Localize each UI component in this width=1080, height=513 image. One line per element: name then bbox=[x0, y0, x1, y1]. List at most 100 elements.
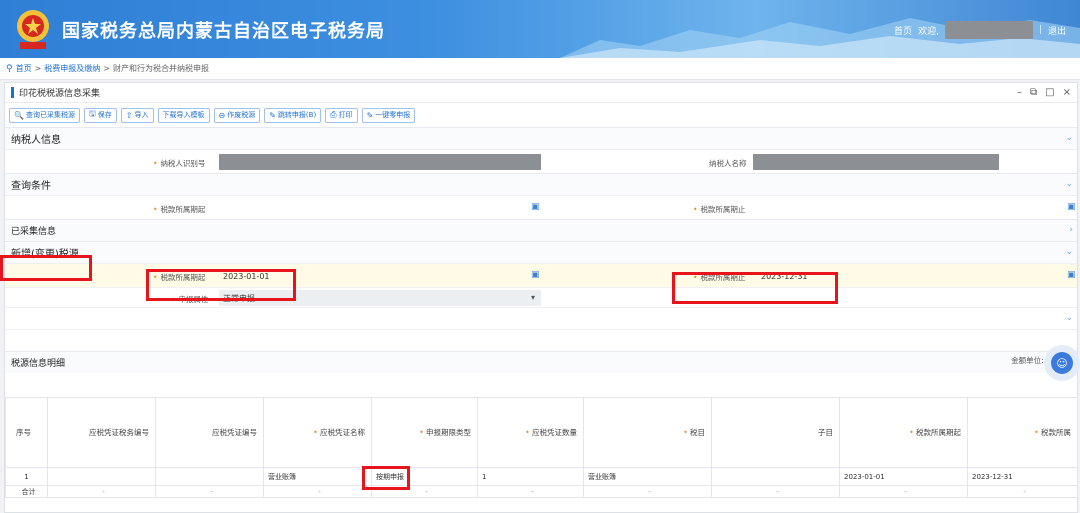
toolbar-button[interactable]: ✎ 跳转申报(B) bbox=[264, 107, 322, 123]
breadcrumb-home[interactable]: 首页 bbox=[16, 63, 32, 74]
title-accent-bar bbox=[11, 87, 14, 98]
toolbar-button[interactable]: ✎ 一键零申报 bbox=[361, 107, 416, 123]
window-controls: – ⧉ □ × bbox=[1017, 87, 1071, 98]
total-cell: - bbox=[155, 485, 264, 498]
toolbar-button-label: 导入 bbox=[134, 111, 149, 119]
toolbar-button[interactable]: 🖫 保存 bbox=[83, 107, 117, 123]
breadcrumb-current: 财产和行为税合并纳税申报 bbox=[113, 64, 209, 73]
query-end-input[interactable] bbox=[757, 200, 1067, 216]
home-link[interactable]: 首页 bbox=[894, 24, 912, 37]
toolbar-button[interactable]: ⊖ 作废税源 bbox=[213, 107, 261, 123]
highlight-box bbox=[0, 255, 92, 281]
section-detail[interactable]: 税源信息明细 bbox=[5, 351, 1077, 373]
section-title: 税源信息明细 bbox=[11, 359, 66, 369]
calendar-icon[interactable]: ▣ bbox=[531, 202, 540, 212]
total-cell: 合计 bbox=[5, 485, 48, 498]
breadcrumb-level1[interactable]: 税费申报及缴纳 bbox=[44, 63, 100, 74]
table-total-row: 合计 - - - - - - - - - bbox=[5, 485, 1078, 498]
query-start-label: • 税款所属期起 bbox=[153, 205, 206, 214]
site-header: 国家税务总局内蒙古自治区电子税务局 首页 欢迎, | 退出 bbox=[0, 0, 1080, 58]
required-marker: • bbox=[313, 428, 320, 437]
taxpayer-name-redacted bbox=[753, 154, 999, 170]
toolbar-button[interactable]: 下载导入模板 bbox=[157, 107, 210, 123]
table-cell[interactable]: 1 bbox=[477, 467, 584, 486]
section-title: 纳税人信息 bbox=[11, 135, 61, 146]
table-cell[interactable] bbox=[711, 467, 840, 486]
taxpayer-id-label: • 纳税人识别号 bbox=[153, 159, 206, 168]
toolbar-button-label: 一键零申报 bbox=[375, 111, 411, 119]
column-header: • 税款所属期起 bbox=[839, 397, 968, 468]
tax-emblem-logo bbox=[17, 10, 49, 49]
table-cell[interactable]: 营业账簿 bbox=[583, 467, 712, 486]
section-collected-info[interactable]: 已采集信息 › bbox=[5, 219, 1077, 241]
section-title: 已采集信息 bbox=[11, 227, 57, 237]
minimize-icon[interactable]: – bbox=[1017, 87, 1022, 98]
section-query-conditions[interactable]: 查询条件 ⌄ bbox=[5, 173, 1077, 195]
column-header: • 税款所属 bbox=[967, 397, 1078, 468]
maximize-icon[interactable]: □ bbox=[1045, 87, 1054, 98]
section-title: 查询条件 bbox=[11, 181, 51, 192]
welcome-text: 欢迎, bbox=[918, 26, 939, 37]
chevron-right-icon[interactable]: › bbox=[1069, 225, 1073, 235]
column-header: 应税凭证编号 bbox=[155, 397, 264, 468]
toolbar-button[interactable]: ⎙ 打印 bbox=[325, 107, 358, 123]
chat-icon: ☺ bbox=[1051, 352, 1073, 374]
required-marker: • bbox=[1034, 428, 1041, 437]
toolbar-button[interactable]: ⇧ 导入 bbox=[120, 107, 154, 123]
search-icon: 🔍 bbox=[14, 110, 24, 120]
location-pin-icon: ⚲ bbox=[6, 63, 13, 74]
table-header-row: 序号 应税凭证税务编号 应税凭证编号 • 应税凭证名称 • 申报期限类型 • 应税凭证数量… bbox=[5, 397, 1078, 468]
chevron-down-icon[interactable]: ⌄ bbox=[1065, 313, 1073, 323]
unit-row bbox=[5, 329, 1077, 351]
toolbar-button-label: 打印 bbox=[338, 111, 353, 119]
total-cell: - bbox=[711, 485, 840, 498]
site-title: 国家税务总局内蒙古自治区电子税务局 bbox=[62, 21, 385, 42]
calendar-icon[interactable]: ▣ bbox=[1067, 202, 1076, 212]
highlight-box bbox=[362, 466, 410, 490]
chevron-down-icon[interactable]: ⌄ bbox=[1065, 247, 1073, 257]
section-taxpayer-info[interactable]: 纳税人信息 ⌄ bbox=[5, 127, 1077, 149]
chat-assistant-button[interactable]: ☺ bbox=[1044, 345, 1080, 381]
username-redacted bbox=[944, 21, 1033, 39]
breadcrumb-sep: > bbox=[103, 64, 110, 73]
required-marker: • bbox=[683, 428, 690, 437]
chevron-down-icon[interactable]: ⌄ bbox=[1065, 133, 1073, 143]
column-header: 应税凭证税务编号 bbox=[47, 397, 156, 468]
query-row: • 税款所属期起 ▣ • 税款所属期止 ▣ bbox=[5, 195, 1077, 219]
panel-title: 印花税税源信息采集 bbox=[19, 89, 101, 99]
dropdown-arrow-icon[interactable]: ▾ bbox=[531, 293, 535, 302]
table-cell[interactable]: 1 bbox=[5, 467, 48, 486]
table-cell[interactable] bbox=[47, 467, 156, 486]
import-icon: ⇧ bbox=[125, 110, 133, 120]
section-new-tax-source[interactable]: 新增(变更)税源 ⌄ bbox=[5, 241, 1077, 263]
column-header: • 税目 bbox=[583, 397, 712, 468]
table-cell[interactable]: 营业账簿 bbox=[263, 467, 372, 486]
restore-icon[interactable]: ⧉ bbox=[1030, 87, 1037, 98]
query-start-input[interactable] bbox=[219, 200, 541, 216]
table-cell[interactable] bbox=[155, 467, 264, 486]
total-cell: - bbox=[263, 485, 372, 498]
table-row[interactable]: 1 营业账簿 按期申报 1 营业账簿 2023-01-01 2023-12-31 bbox=[5, 467, 1078, 486]
table-cell[interactable]: 2023-01-01 bbox=[839, 467, 968, 486]
toolbar-button-label: 下载导入模板 bbox=[162, 111, 205, 119]
close-icon[interactable]: × bbox=[1063, 87, 1071, 98]
required-marker: • bbox=[525, 428, 532, 437]
toolbar-button-label: 跳转申报(B) bbox=[277, 111, 317, 119]
detail-table: 序号 应税凭证税务编号 应税凭证编号 • 应税凭证名称 • 申报期限类型 • 应税凭证数量… bbox=[5, 397, 1078, 498]
void-icon: ⊖ bbox=[218, 110, 226, 120]
column-header: • 申报期限类型 bbox=[371, 397, 478, 468]
taxpayer-row: • 纳税人识别号 纳税人名称 bbox=[5, 149, 1077, 173]
save-icon: 🖫 bbox=[88, 109, 96, 118]
total-cell: - bbox=[47, 485, 156, 498]
table-cell[interactable]: 2023-12-31 bbox=[967, 467, 1078, 486]
logout-link[interactable]: 退出 bbox=[1048, 24, 1066, 37]
top-links: 首页 欢迎, | 退出 bbox=[894, 21, 1066, 39]
edit-icon: ✎ bbox=[366, 110, 374, 120]
toolbar-button[interactable]: 🔍 查询已采集税源 bbox=[9, 107, 80, 123]
calendar-icon[interactable]: ▣ bbox=[1067, 270, 1076, 280]
required-marker: • bbox=[419, 428, 426, 437]
calendar-icon[interactable]: ▣ bbox=[531, 270, 540, 280]
taxpayer-id-redacted bbox=[219, 154, 541, 170]
print-icon: ⎙ bbox=[330, 110, 337, 119]
chevron-down-icon[interactable]: ⌄ bbox=[1065, 179, 1073, 189]
